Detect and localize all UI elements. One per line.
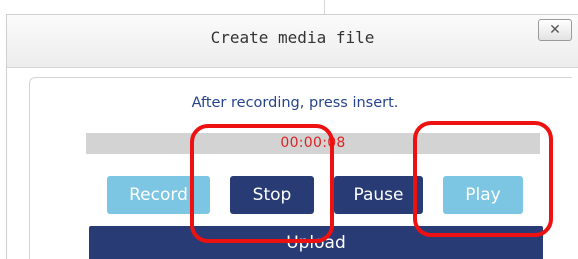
play-button[interactable]: Play: [443, 176, 523, 214]
timer-bar: 00:00:08: [86, 133, 540, 154]
background-page: [0, 0, 578, 14]
timer-display: 00:00:08: [280, 135, 346, 151]
close-button[interactable]: ✕: [538, 19, 572, 41]
upload-button[interactable]: Upload: [89, 226, 543, 259]
recording-instruction: After recording, press insert.: [191, 95, 399, 111]
stop-button[interactable]: Stop: [230, 176, 314, 214]
record-button[interactable]: Record: [107, 176, 210, 214]
dialog-title: Create media file: [210, 28, 375, 47]
pause-button[interactable]: Pause: [334, 176, 423, 214]
dialog-titlebar: Create media file: [7, 15, 578, 68]
close-icon: ✕: [549, 22, 561, 38]
background-divider: [324, 0, 325, 14]
